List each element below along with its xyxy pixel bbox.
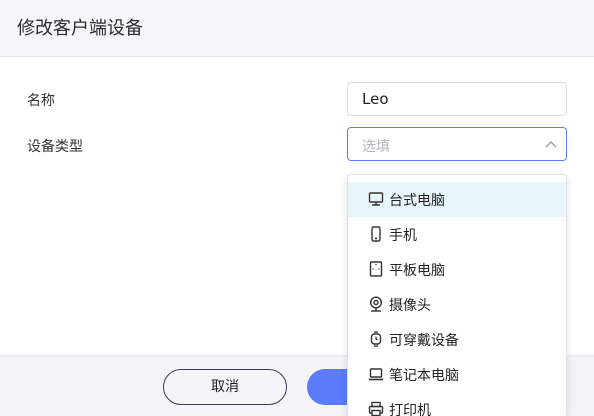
option-label: 打印机: [389, 403, 431, 416]
device-type-dropdown: 台式电脑 手机 平板电脑 摄像头 可穿戴设备 笔记本电脑 打印机: [347, 174, 567, 416]
option-printer[interactable]: 打印机: [348, 392, 566, 416]
tablet-icon: [369, 261, 383, 277]
option-tablet[interactable]: 平板电脑: [348, 252, 566, 287]
name-label: 名称: [27, 93, 55, 109]
option-camera[interactable]: 摄像头: [348, 287, 566, 322]
option-phone[interactable]: 手机: [348, 217, 566, 252]
option-label: 摄像头: [389, 298, 431, 314]
dialog-title: 修改客户端设备: [17, 18, 143, 39]
option-label: 手机: [389, 228, 417, 244]
option-label: 台式电脑: [389, 193, 445, 209]
option-wearable[interactable]: 可穿戴设备: [348, 322, 566, 357]
smartwatch-icon: [370, 331, 382, 347]
desktop-icon: [368, 192, 384, 206]
device-type-placeholder: 选填: [362, 139, 390, 155]
edit-device-dialog: 修改客户端设备 名称 设备类型 选填 取消 台式电脑 手机: [0, 0, 594, 416]
option-label: 笔记本电脑: [389, 368, 459, 384]
dialog-header: 修改客户端设备: [0, 0, 594, 57]
phone-icon: [371, 226, 381, 242]
laptop-icon: [368, 368, 384, 381]
device-type-select[interactable]: 选填: [347, 127, 567, 161]
printer-icon: [368, 401, 384, 416]
option-desktop[interactable]: 台式电脑: [348, 182, 566, 217]
option-label: 平板电脑: [389, 263, 445, 279]
option-laptop[interactable]: 笔记本电脑: [348, 357, 566, 392]
name-input[interactable]: [347, 82, 567, 116]
option-label: 可穿戴设备: [389, 333, 459, 349]
device-type-label: 设备类型: [27, 139, 83, 155]
camera-icon: [369, 296, 383, 312]
cancel-button[interactable]: 取消: [163, 369, 287, 405]
chevron-up-icon: [545, 141, 557, 148]
